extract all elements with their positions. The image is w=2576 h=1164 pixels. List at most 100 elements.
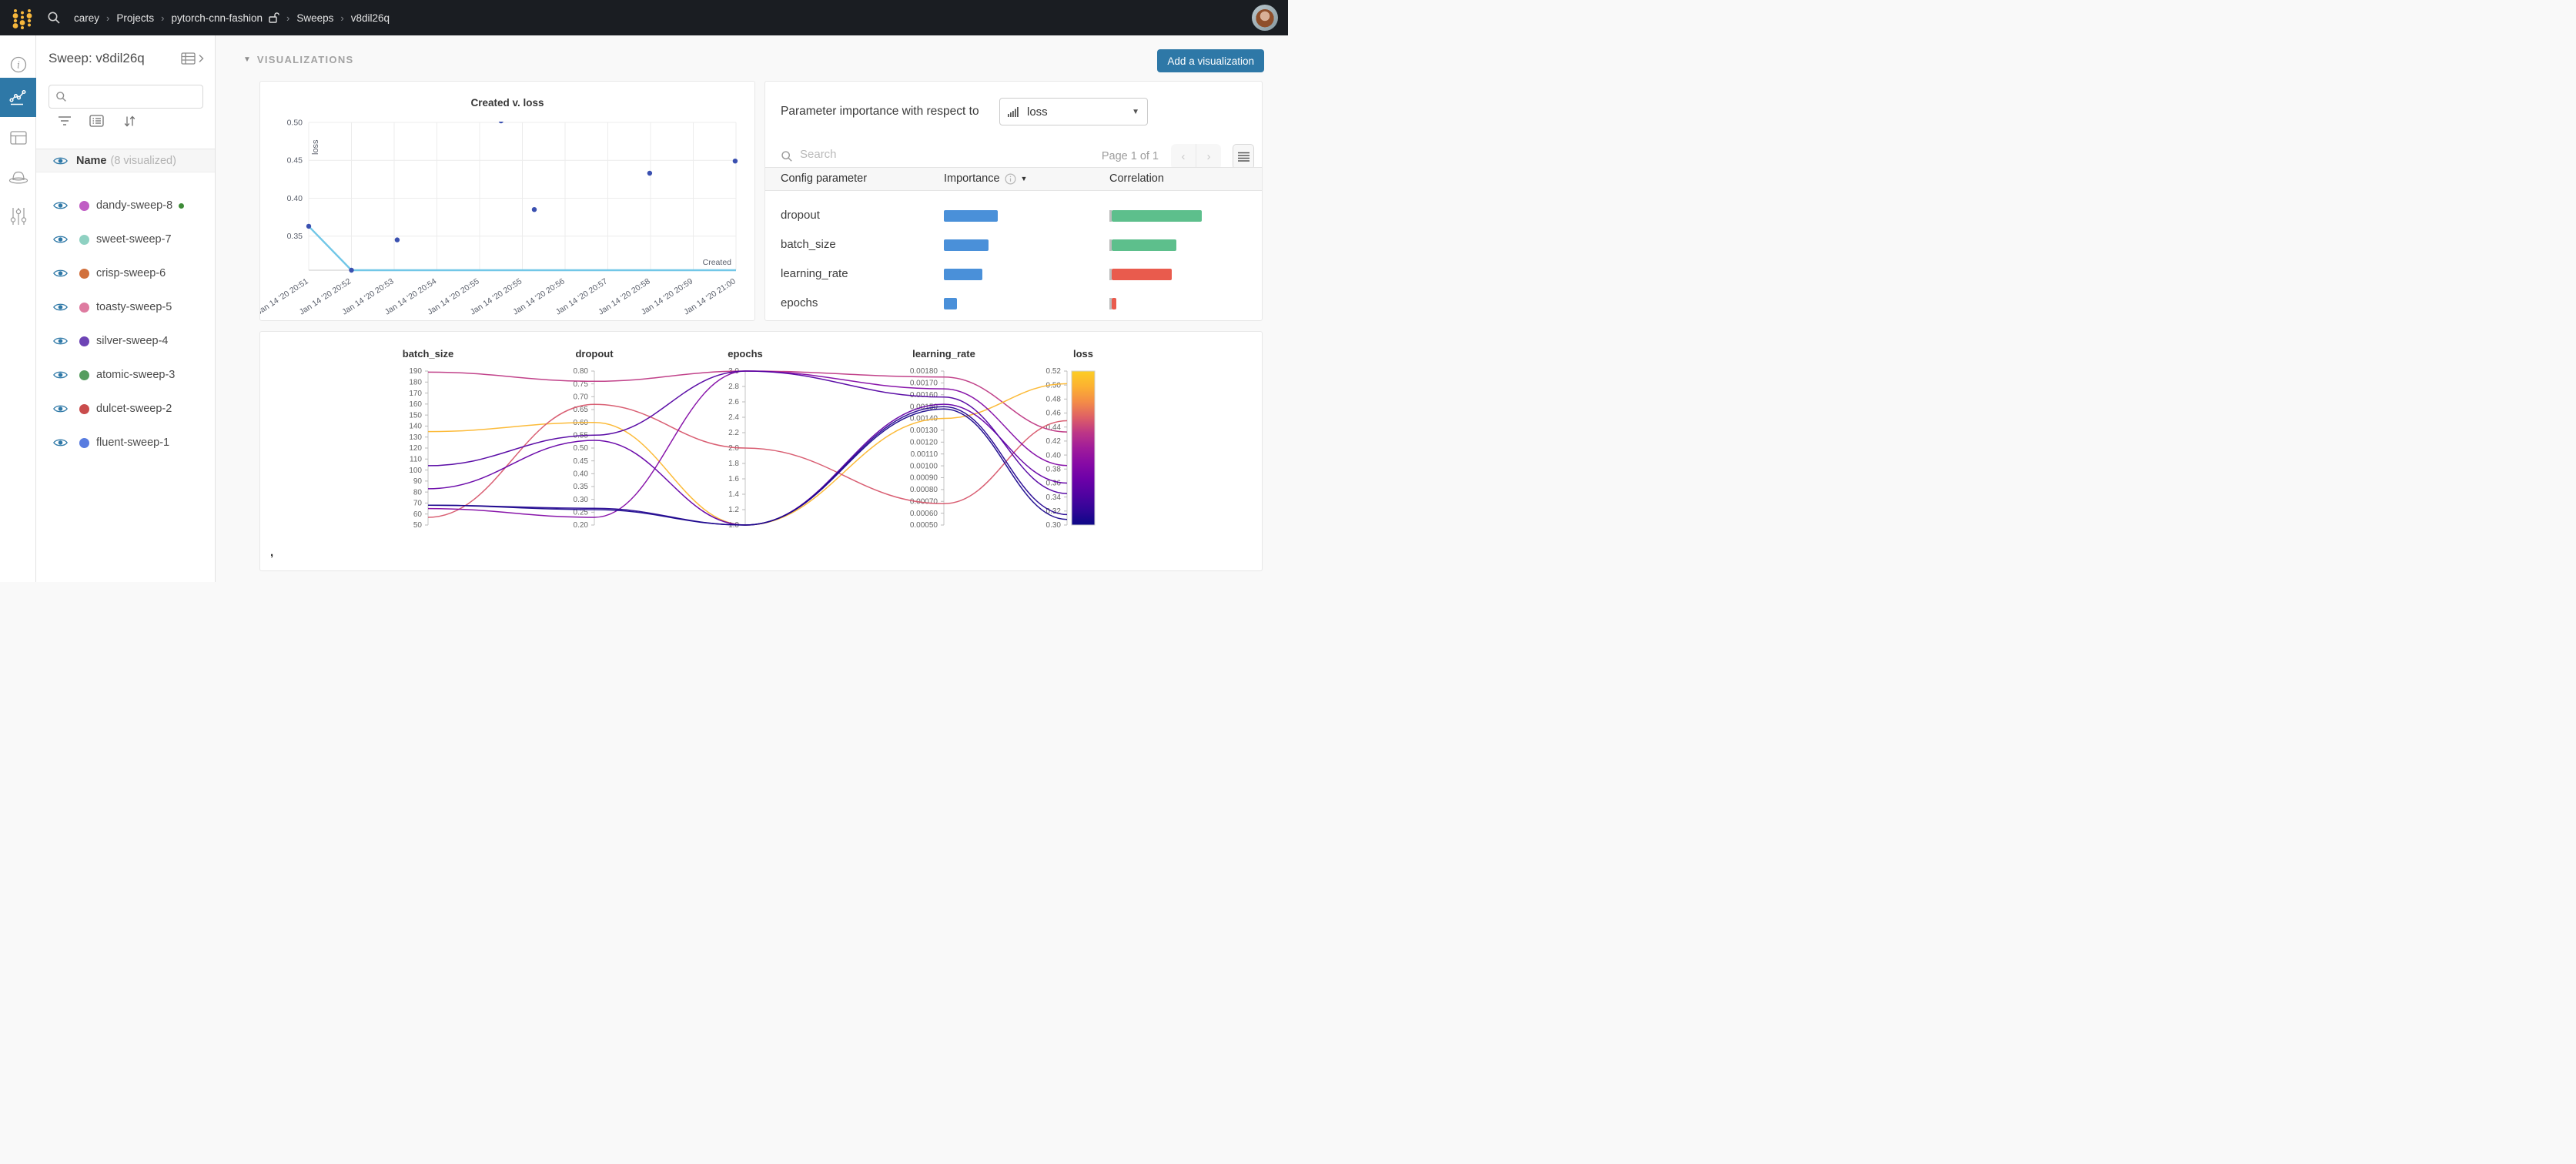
svg-text:1.8: 1.8 <box>728 460 739 468</box>
run-row[interactable]: toasty-sweep-5 <box>36 290 215 324</box>
svg-text:0.00100: 0.00100 <box>910 462 938 470</box>
search-icon[interactable] <box>47 11 61 25</box>
run-name[interactable]: dulcet-sweep-2 <box>96 403 172 415</box>
importance-table-row[interactable]: epochs <box>765 289 1262 319</box>
run-visibility-eye-icon[interactable] <box>53 336 68 346</box>
correlation-column-header[interactable]: Correlation <box>1109 172 1164 185</box>
svg-text:0.00090: 0.00090 <box>910 474 938 483</box>
created-vs-loss-panel[interactable]: Created v. loss 0.500.450.400.35lossJan … <box>259 81 755 321</box>
created-vs-loss-chart: 0.500.450.400.35lossJan 14 '20 20:51Jan … <box>260 82 754 320</box>
run-visibility-eye-icon[interactable] <box>53 302 68 313</box>
run-name[interactable]: toasty-sweep-5 <box>96 301 172 313</box>
run-visibility-eye-icon[interactable] <box>53 268 68 279</box>
model-hat-icon[interactable] <box>0 165 36 189</box>
breadcrumb-project[interactable]: pytorch-cnn-fashion <box>171 12 263 24</box>
table-tab-icon[interactable] <box>0 125 36 150</box>
run-name[interactable]: sweet-sweep-7 <box>96 233 172 246</box>
svg-text:0.42: 0.42 <box>1046 437 1062 446</box>
run-visibility-eye-icon[interactable] <box>53 437 68 448</box>
charts-tab-icon[interactable] <box>0 78 36 117</box>
svg-text:50: 50 <box>413 521 423 530</box>
parallel-run-line[interactable] <box>428 371 1067 493</box>
svg-text:0.00070: 0.00070 <box>910 497 938 506</box>
filter-icon[interactable] <box>58 115 72 127</box>
run-visibility-eye-icon[interactable] <box>53 403 68 414</box>
wandb-logo-icon[interactable] <box>7 5 36 31</box>
config-parameter-column-header[interactable]: Config parameter <box>781 172 867 185</box>
parallel-run-line[interactable] <box>428 371 1067 432</box>
svg-text:0.00170: 0.00170 <box>910 380 938 388</box>
breadcrumb: carey › Projects › pytorch-cnn-fashion ›… <box>74 12 390 24</box>
next-page-button[interactable]: › <box>1196 144 1221 169</box>
svg-text:100: 100 <box>409 467 422 475</box>
svg-text:0.00180: 0.00180 <box>910 367 938 376</box>
runs-search-box[interactable] <box>49 85 203 109</box>
panel-menu-button[interactable] <box>1233 144 1254 169</box>
importance-table-row[interactable]: learning_rate <box>765 260 1262 289</box>
svg-text:loss: loss <box>1073 348 1093 360</box>
svg-text:0.00080: 0.00080 <box>910 486 938 494</box>
parallel-run-line[interactable] <box>428 383 1067 525</box>
importance-table-row[interactable]: batch_size <box>765 231 1262 260</box>
importance-bar <box>944 210 998 222</box>
runs-sidebar: Sweep: v8dil26q <box>36 35 216 582</box>
run-row[interactable]: crisp-sweep-6 <box>36 256 215 290</box>
breadcrumb-projects[interactable]: Projects <box>116 12 154 24</box>
svg-text:170: 170 <box>409 390 422 398</box>
run-row[interactable]: dulcet-sweep-2 <box>36 392 215 426</box>
metric-dropdown[interactable]: loss ▼ <box>999 98 1148 125</box>
toggle-all-visibility-eye-icon[interactable] <box>53 156 68 166</box>
run-row[interactable]: sweet-sweep-7 <box>36 222 215 256</box>
svg-text:0.00110: 0.00110 <box>911 450 938 459</box>
run-row[interactable]: silver-sweep-4 <box>36 324 215 358</box>
visualizations-section-header[interactable]: ▼ VISUALIZATIONS <box>243 54 353 65</box>
run-name[interactable]: dandy-sweep-8 <box>96 199 172 212</box>
run-visibility-eye-icon[interactable] <box>53 200 68 211</box>
pagination-controls: ‹ › <box>1171 144 1221 169</box>
svg-text:i: i <box>17 60 20 71</box>
runs-search-input[interactable] <box>72 91 202 102</box>
svg-text:0.52: 0.52 <box>1046 367 1062 376</box>
svg-text:110: 110 <box>410 455 422 463</box>
add-visualization-button[interactable]: Add a visualization <box>1157 49 1264 72</box>
importance-bar <box>944 298 957 309</box>
breadcrumb-sweep-id[interactable]: v8dil26q <box>351 12 390 24</box>
svg-text:0.30: 0.30 <box>574 496 589 504</box>
run-name[interactable]: silver-sweep-4 <box>96 335 168 347</box>
sort-icon[interactable] <box>123 115 136 128</box>
run-visibility-eye-icon[interactable] <box>53 370 68 380</box>
user-avatar[interactable] <box>1252 5 1278 31</box>
sweep-controls-sliders-icon[interactable] <box>0 204 36 229</box>
importance-table-row[interactable]: dropout <box>765 202 1262 231</box>
svg-text:130: 130 <box>409 433 422 442</box>
parallel-coordinates-panel[interactable]: 1901801701601501401301201101009080706050… <box>259 331 1263 571</box>
parallel-run-line[interactable] <box>428 406 1067 525</box>
run-name[interactable]: atomic-sweep-3 <box>96 369 175 381</box>
breadcrumb-user[interactable]: carey <box>74 12 99 24</box>
run-color-dot <box>79 235 89 245</box>
run-visibility-eye-icon[interactable] <box>53 234 68 245</box>
top-navbar: carey › Projects › pytorch-cnn-fashion ›… <box>0 0 1288 35</box>
svg-text:80: 80 <box>413 488 423 497</box>
run-color-dot <box>79 438 89 448</box>
run-row[interactable]: atomic-sweep-3 <box>36 358 215 392</box>
svg-text:learning_rate: learning_rate <box>912 348 975 360</box>
importance-search-input[interactable] <box>800 148 1000 161</box>
overview-info-icon[interactable]: i <box>0 52 36 77</box>
open-runs-table-button[interactable] <box>181 52 204 65</box>
importance-column-header[interactable]: Importance ▼ <box>944 172 1027 185</box>
run-row[interactable]: dandy-sweep-8 <box>36 189 215 222</box>
run-row[interactable]: fluent-sweep-1 <box>36 426 215 460</box>
breadcrumb-sweeps[interactable]: Sweeps <box>296 12 333 24</box>
config-parameter-name: learning_rate <box>781 267 848 280</box>
runs-list-header-label: Name <box>76 155 107 167</box>
svg-text:0.38: 0.38 <box>1046 465 1062 473</box>
parallel-run-line[interactable] <box>428 404 1067 517</box>
previous-page-button[interactable]: ‹ <box>1171 144 1196 169</box>
correlation-bar <box>1112 210 1202 222</box>
run-name[interactable]: fluent-sweep-1 <box>96 436 169 449</box>
list-settings-icon[interactable] <box>89 115 104 127</box>
svg-text:0.50: 0.50 <box>287 119 303 128</box>
run-name[interactable]: crisp-sweep-6 <box>96 267 166 279</box>
correlation-bar <box>1112 298 1116 309</box>
